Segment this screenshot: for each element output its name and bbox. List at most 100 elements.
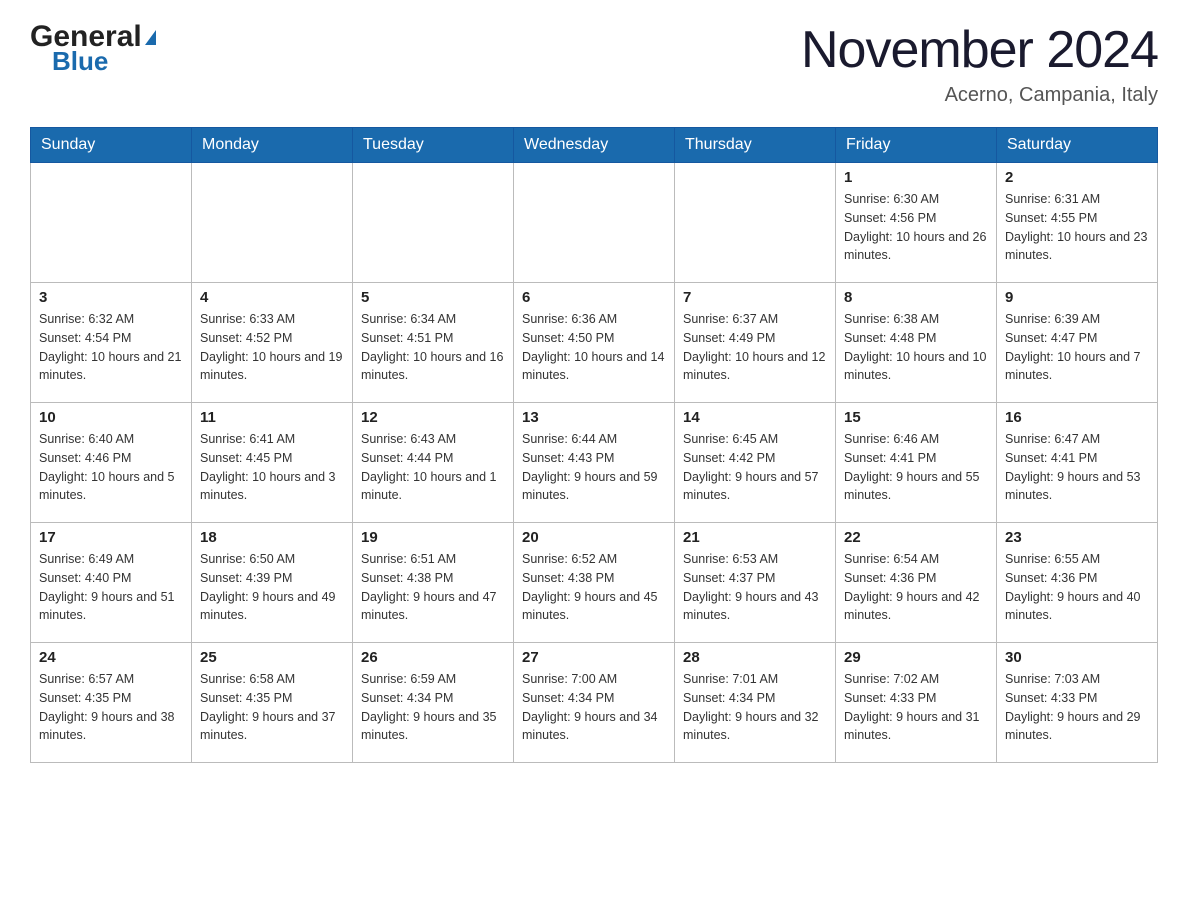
- calendar-header-row: SundayMondayTuesdayWednesdayThursdayFrid…: [31, 128, 1158, 163]
- calendar-cell: 21Sunrise: 6:53 AM Sunset: 4:37 PM Dayli…: [675, 523, 836, 643]
- calendar-cell: 24 Sunrise: 6:57 AM Sunset: 4:35 PM Dayli…: [31, 643, 192, 763]
- day-info: Sunrise: 6:38 AM Sunset: 4:48 PM Dayligh…: [844, 310, 988, 385]
- day-info: Sunrise: 6:39 AM Sunset: 4:47 PM Dayligh…: [1005, 310, 1149, 385]
- weekday-header-wednesday: Wednesday: [514, 128, 675, 163]
- calendar-cell: 14 Sunrise: 6:45 AM Sunset: 4:42 PM Dayli…: [675, 403, 836, 523]
- day-info: Sunrise: 6:34 AM Sunset: 4:51 PM Dayligh…: [361, 310, 505, 385]
- calendar-cell: 15 Sunrise: 6:46 AM Sunset: 4:41 PM Dayli…: [836, 403, 997, 523]
- day-number: 21: [683, 529, 827, 546]
- calendar-cell: 4 Sunrise: 6:33 AM Sunset: 4:52 PM Daylig…: [192, 283, 353, 403]
- weekday-header-thursday: Thursday: [675, 128, 836, 163]
- calendar-cell: 13Sunrise: 6:44 AM Sunset: 4:43 PM Dayli…: [514, 403, 675, 523]
- day-number: 18: [200, 529, 344, 546]
- calendar-cell: 3 Sunrise: 6:32 AM Sunset: 4:54 PM Daylig…: [31, 283, 192, 403]
- calendar-cell: 2Sunrise: 6:31 AM Sunset: 4:55 PM Daylig…: [997, 163, 1158, 283]
- day-number: 15: [844, 409, 988, 426]
- calendar-cell: 25 Sunrise: 6:58 AM Sunset: 4:35 PM Dayli…: [192, 643, 353, 763]
- calendar-cell: 22Sunrise: 6:54 AM Sunset: 4:36 PM Dayli…: [836, 523, 997, 643]
- day-info: Sunrise: 7:02 AM Sunset: 4:33 PM Dayligh…: [844, 670, 988, 745]
- day-number: 29: [844, 649, 988, 666]
- day-info: Sunrise: 6:37 AM Sunset: 4:49 PM Dayligh…: [683, 310, 827, 385]
- calendar-cell: 17 Sunrise: 6:49 AM Sunset: 4:40 PM Dayli…: [31, 523, 192, 643]
- page-header: General Blue November 2024 Acerno, Campa…: [30, 20, 1158, 107]
- day-number: 26: [361, 649, 505, 666]
- day-info: Sunrise: 6:41 AM Sunset: 4:45 PM Dayligh…: [200, 430, 344, 505]
- day-info: Sunrise: 6:58 AM Sunset: 4:35 PM Dayligh…: [200, 670, 344, 745]
- day-number: 19: [361, 529, 505, 546]
- day-number: 24: [39, 649, 183, 666]
- calendar-cell: 28 Sunrise: 7:01 AM Sunset: 4:34 PM Dayli…: [675, 643, 836, 763]
- calendar-cell: 11 Sunrise: 6:41 AM Sunset: 4:45 PM Dayli…: [192, 403, 353, 523]
- calendar-cell: 1 Sunrise: 6:30 AM Sunset: 4:56 PM Daylig…: [836, 163, 997, 283]
- weekday-header-tuesday: Tuesday: [353, 128, 514, 163]
- calendar-cell: 5 Sunrise: 6:34 AM Sunset: 4:51 PM Daylig…: [353, 283, 514, 403]
- calendar-cell: [31, 163, 192, 283]
- calendar-cell: 27 Sunrise: 7:00 AM Sunset: 4:34 PM Dayli…: [514, 643, 675, 763]
- day-number: 20: [522, 529, 666, 546]
- day-info: Sunrise: 6:33 AM Sunset: 4:52 PM Dayligh…: [200, 310, 344, 385]
- calendar-cell: 10 Sunrise: 6:40 AM Sunset: 4:46 PM Dayli…: [31, 403, 192, 523]
- day-info: Sunrise: 6:55 AM Sunset: 4:36 PM Dayligh…: [1005, 550, 1149, 625]
- calendar-cell: 9 Sunrise: 6:39 AM Sunset: 4:47 PM Daylig…: [997, 283, 1158, 403]
- calendar-table: SundayMondayTuesdayWednesdayThursdayFrid…: [30, 127, 1158, 763]
- day-number: 6: [522, 289, 666, 306]
- day-number: 5: [361, 289, 505, 306]
- day-info: Sunrise: 6:47 AM Sunset: 4:41 PM Dayligh…: [1005, 430, 1149, 505]
- day-number: 1: [844, 169, 988, 186]
- calendar-cell: [514, 163, 675, 283]
- day-number: 30: [1005, 649, 1149, 666]
- calendar-cell: [192, 163, 353, 283]
- day-info: Sunrise: 6:49 AM Sunset: 4:40 PM Dayligh…: [39, 550, 183, 625]
- day-number: 11: [200, 409, 344, 426]
- day-number: 14: [683, 409, 827, 426]
- day-info: Sunrise: 7:01 AM Sunset: 4:34 PM Dayligh…: [683, 670, 827, 745]
- day-info: Sunrise: 6:30 AM Sunset: 4:56 PM Dayligh…: [844, 190, 988, 265]
- day-info: Sunrise: 6:52 AM Sunset: 4:38 PM Dayligh…: [522, 550, 666, 625]
- day-info: Sunrise: 6:59 AM Sunset: 4:34 PM Dayligh…: [361, 670, 505, 745]
- day-info: Sunrise: 6:51 AM Sunset: 4:38 PM Dayligh…: [361, 550, 505, 625]
- day-info: Sunrise: 6:43 AM Sunset: 4:44 PM Dayligh…: [361, 430, 505, 505]
- day-info: Sunrise: 6:50 AM Sunset: 4:39 PM Dayligh…: [200, 550, 344, 625]
- day-info: Sunrise: 6:32 AM Sunset: 4:54 PM Dayligh…: [39, 310, 183, 385]
- calendar-cell: [675, 163, 836, 283]
- day-number: 2: [1005, 169, 1149, 186]
- day-info: Sunrise: 6:54 AM Sunset: 4:36 PM Dayligh…: [844, 550, 988, 625]
- weekday-header-monday: Monday: [192, 128, 353, 163]
- day-info: Sunrise: 6:46 AM Sunset: 4:41 PM Dayligh…: [844, 430, 988, 505]
- calendar-cell: 20 Sunrise: 6:52 AM Sunset: 4:38 PM Dayli…: [514, 523, 675, 643]
- day-number: 27: [522, 649, 666, 666]
- week-row-1: 1 Sunrise: 6:30 AM Sunset: 4:56 PM Daylig…: [31, 163, 1158, 283]
- week-row-2: 3 Sunrise: 6:32 AM Sunset: 4:54 PM Daylig…: [31, 283, 1158, 403]
- day-info: Sunrise: 7:03 AM Sunset: 4:33 PM Dayligh…: [1005, 670, 1149, 745]
- location-title: Acerno, Campania, Italy: [801, 84, 1158, 107]
- day-number: 3: [39, 289, 183, 306]
- day-info: Sunrise: 6:45 AM Sunset: 4:42 PM Dayligh…: [683, 430, 827, 505]
- day-number: 25: [200, 649, 344, 666]
- calendar-cell: 19 Sunrise: 6:51 AM Sunset: 4:38 PM Dayli…: [353, 523, 514, 643]
- weekday-header-friday: Friday: [836, 128, 997, 163]
- day-number: 4: [200, 289, 344, 306]
- logo: General Blue: [30, 20, 156, 77]
- day-info: Sunrise: 7:00 AM Sunset: 4:34 PM Dayligh…: [522, 670, 666, 745]
- calendar-cell: 16 Sunrise: 6:47 AM Sunset: 4:41 PM Dayli…: [997, 403, 1158, 523]
- calendar-cell: 8 Sunrise: 6:38 AM Sunset: 4:48 PM Daylig…: [836, 283, 997, 403]
- day-number: 16: [1005, 409, 1149, 426]
- day-number: 13: [522, 409, 666, 426]
- day-number: 17: [39, 529, 183, 546]
- calendar-cell: 29 Sunrise: 7:02 AM Sunset: 4:33 PM Dayli…: [836, 643, 997, 763]
- logo-triangle-icon: [145, 30, 156, 45]
- calendar-cell: [353, 163, 514, 283]
- day-number: 28: [683, 649, 827, 666]
- weekday-header-sunday: Sunday: [31, 128, 192, 163]
- day-info: Sunrise: 6:40 AM Sunset: 4:46 PM Dayligh…: [39, 430, 183, 505]
- day-number: 10: [39, 409, 183, 426]
- calendar-cell: 7Sunrise: 6:37 AM Sunset: 4:49 PM Daylig…: [675, 283, 836, 403]
- day-number: 23: [1005, 529, 1149, 546]
- week-row-3: 10 Sunrise: 6:40 AM Sunset: 4:46 PM Dayli…: [31, 403, 1158, 523]
- day-info: Sunrise: 6:57 AM Sunset: 4:35 PM Dayligh…: [39, 670, 183, 745]
- day-number: 9: [1005, 289, 1149, 306]
- calendar-cell: 18 Sunrise: 6:50 AM Sunset: 4:39 PM Dayli…: [192, 523, 353, 643]
- calendar-cell: 23 Sunrise: 6:55 AM Sunset: 4:36 PM Dayli…: [997, 523, 1158, 643]
- day-number: 8: [844, 289, 988, 306]
- calendar-cell: 12Sunrise: 6:43 AM Sunset: 4:44 PM Dayli…: [353, 403, 514, 523]
